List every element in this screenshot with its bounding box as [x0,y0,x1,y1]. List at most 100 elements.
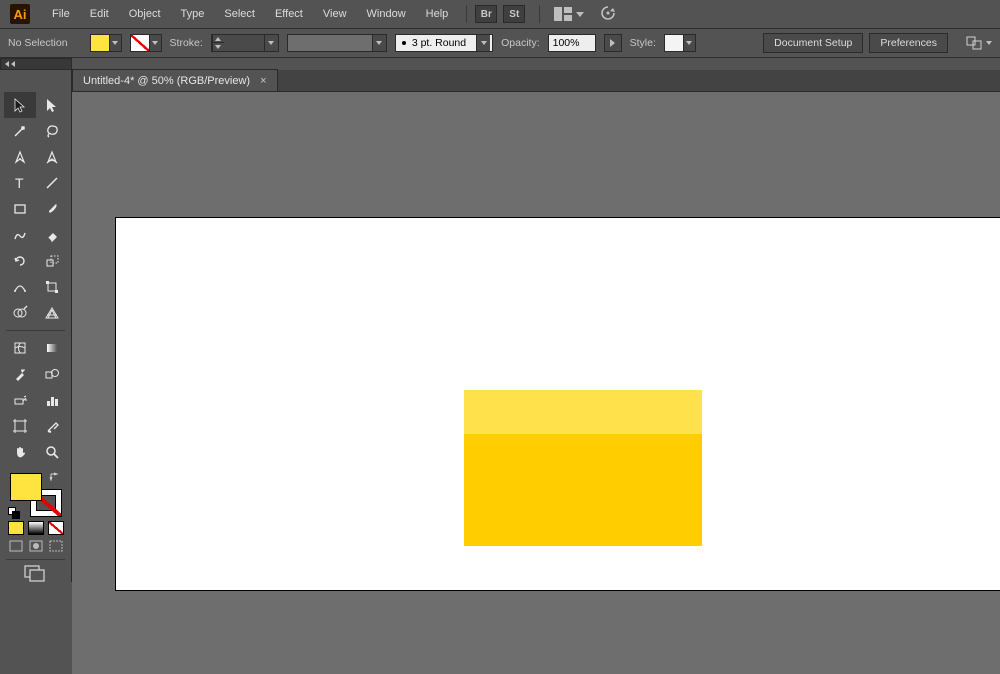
draw-inside-icon[interactable] [48,539,64,553]
magic-wand-tool[interactable] [4,118,36,144]
chevron-left-icon [5,61,9,67]
pen-tool[interactable] [4,144,36,170]
lasso-tool[interactable] [36,118,68,144]
fill-indicator[interactable] [10,473,42,501]
chevron-down-icon[interactable] [264,35,278,51]
symbol-sprayer-tool[interactable] [4,387,36,413]
menu-file[interactable]: File [42,0,80,28]
tools-separator [6,559,65,560]
svg-text:T: T [15,175,24,191]
rectangle-tool[interactable] [4,196,36,222]
default-fill-stroke-icon[interactable] [8,507,20,519]
chevron-down-icon [109,35,121,51]
menu-bar: Ai File Edit Object Type Select Effect V… [0,0,1000,28]
draw-mode-row [0,539,71,553]
swap-fill-stroke-icon[interactable] [48,471,62,488]
bridge-button[interactable]: Br [475,5,497,23]
document-tab-title: Untitled-4* @ 50% (RGB/Preview) [83,75,250,87]
stroke-weight-value[interactable] [224,35,264,51]
draw-normal-icon[interactable] [8,539,24,553]
color-mode-swatch[interactable] [8,521,24,535]
arrow-right-icon [610,39,615,47]
increase-icon[interactable] [212,35,224,43]
hand-tool[interactable] [4,439,36,465]
tools-collapse-handle[interactable] [0,58,72,70]
rectangle-shape-light[interactable] [464,390,702,434]
preferences-button[interactable]: Preferences [869,33,948,53]
selection-state-label: No Selection [8,37,68,49]
tools-separator [6,330,65,331]
opacity-input[interactable]: 100% [548,34,596,52]
direct-selection-tool[interactable] [36,92,68,118]
screen-mode-button[interactable] [0,564,71,582]
menu-select[interactable]: Select [214,0,265,28]
close-icon[interactable]: × [260,75,266,87]
menu-object[interactable]: Object [119,0,171,28]
graphic-style-button[interactable] [664,34,696,52]
stroke-label: Stroke: [170,37,203,49]
menu-help[interactable]: Help [416,0,459,28]
menu-window[interactable]: Window [357,0,416,28]
chevron-down-icon [683,35,695,51]
eyedropper-tool[interactable] [4,361,36,387]
workspace-switcher[interactable] [554,7,584,21]
control-bar: No Selection Stroke: 3 pt. Round Opacity… [0,28,1000,58]
selection-tool[interactable] [4,92,36,118]
style-label: Style: [630,37,656,49]
eraser-tool[interactable] [36,222,68,248]
sync-settings-icon[interactable] [598,5,618,24]
style-swatch [665,35,683,51]
mesh-tool[interactable] [4,335,36,361]
stroke-weight-stepper[interactable] [211,34,279,52]
gradient-tool[interactable] [36,335,68,361]
menu-edit[interactable]: Edit [80,0,119,28]
free-transform-tool[interactable] [36,274,68,300]
width-tool[interactable] [4,274,36,300]
rectangle-shape-dark[interactable] [464,434,702,546]
zoom-tool[interactable] [36,439,68,465]
chevron-down-icon [476,35,490,51]
chevron-left-icon [11,61,15,67]
chevron-down-icon [576,12,584,17]
column-graph-tool[interactable] [36,387,68,413]
align-flyout-button[interactable] [964,34,992,52]
fill-stroke-indicator[interactable] [8,471,64,519]
stroke-swatch-none [131,35,149,51]
opacity-flyout-button[interactable] [604,34,622,52]
variable-width-profile-dropdown[interactable] [287,34,387,52]
menu-view[interactable]: View [313,0,357,28]
document-setup-button[interactable]: Document Setup [763,33,863,53]
canvas-area[interactable] [72,92,1000,674]
slice-tool[interactable] [36,413,68,439]
gradient-mode-swatch[interactable] [28,521,44,535]
menu-effect[interactable]: Effect [265,0,313,28]
menu-type[interactable]: Type [171,0,215,28]
draw-behind-icon[interactable] [28,539,44,553]
document-tab-bar: Untitled-4* @ 50% (RGB/Preview) × [72,70,1000,92]
shaper-tool[interactable] [4,222,36,248]
menu-separator [539,5,540,23]
shape-builder-tool[interactable] [4,300,36,326]
color-mode-row [0,521,71,535]
type-tool[interactable]: T [4,170,36,196]
scale-tool[interactable] [36,248,68,274]
artboard[interactable] [116,218,1000,590]
app-logo: Ai [10,4,30,24]
perspective-grid-tool[interactable] [36,300,68,326]
blend-tool[interactable] [36,361,68,387]
rotate-tool[interactable] [4,248,36,274]
none-mode-swatch[interactable] [48,521,64,535]
stroke-swatch-button[interactable] [130,34,162,52]
brush-definition-dropdown[interactable]: 3 pt. Round [395,34,493,52]
artboard-tool[interactable] [4,413,36,439]
line-segment-tool[interactable] [36,170,68,196]
decrease-icon[interactable] [212,43,224,51]
arrange-documents-icon [554,7,572,21]
brush-name: 3 pt. Round [412,37,466,49]
brush-preview-dot [402,41,406,45]
document-tab[interactable]: Untitled-4* @ 50% (RGB/Preview) × [72,69,278,91]
stock-button[interactable]: St [503,5,525,23]
curvature-tool[interactable] [36,144,68,170]
fill-swatch-button[interactable] [90,34,122,52]
paintbrush-tool[interactable] [36,196,68,222]
